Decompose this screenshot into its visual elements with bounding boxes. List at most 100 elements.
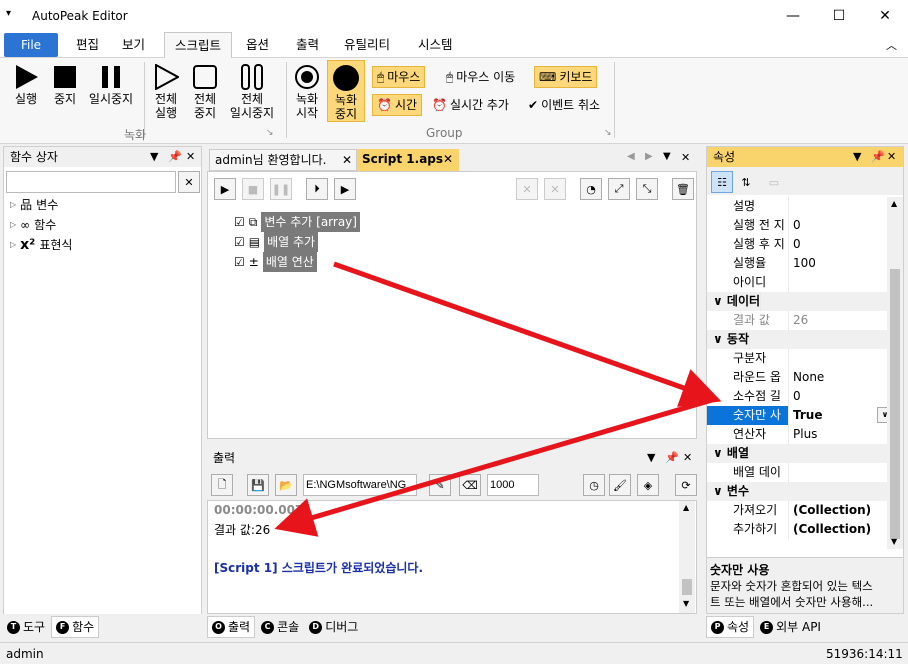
step-button[interactable]: ⏵ [306,178,328,200]
time-toggle[interactable]: ⏰ 시간 [372,94,423,116]
event-cancel-toggle[interactable]: ✔ 이벤트 취소 [524,94,604,116]
output-path-input[interactable] [303,474,417,496]
pin-icon[interactable]: 📌 [168,150,182,163]
clear-all-button[interactable]: ✕ [544,178,566,200]
menu-output[interactable]: 출력 [290,32,325,58]
sort-az-button[interactable]: ⇅ [735,171,757,193]
scroll-down-icon[interactable]: ▼ [683,599,689,608]
prop-value-dropdown[interactable]: True ∨ [789,406,893,425]
categorized-button[interactable]: ☷ [711,171,733,193]
close-icon[interactable]: ✕ [887,150,896,163]
close-icon[interactable]: ✕ [443,149,453,169]
function-search-input[interactable] [6,171,176,193]
pin-icon[interactable]: 📌 [871,150,885,163]
maximize-button[interactable]: ☐ [816,0,862,32]
menu-view[interactable]: 보기 [116,32,151,58]
brush-button[interactable]: 🖌 [609,474,631,496]
pause-button[interactable]: 일시중지 [86,62,136,106]
collapse-chevron-icon[interactable]: ∨ [713,332,727,346]
scrollbar[interactable]: ▲ ▼ [679,501,695,613]
menu-script[interactable]: 스크립트 [164,32,232,59]
scrollbar[interactable]: ▲ ▼ [887,197,903,549]
checkbox-checked-icon[interactable]: ☑ [234,212,245,232]
category-array[interactable]: ∨ 배열 [707,444,887,463]
pause-button-small[interactable]: ❚❚ [270,178,292,200]
collapse-chevron-icon[interactable]: ∨ [713,446,727,460]
prop-row[interactable]: 추가하기 (Collection) [707,520,887,539]
prop-row[interactable]: 가져오기 (Collection) [707,501,887,520]
tab-console[interactable]: C 콘솔 [257,616,303,638]
clear-search-button[interactable]: ✕ [178,171,200,193]
tab-tools[interactable]: T 도구 [3,616,49,638]
eraser-button[interactable]: ⌫ [459,474,481,496]
refresh-button[interactable]: ⟳ [675,474,697,496]
prop-row[interactable]: 연산자 Plus [707,425,887,444]
system-menu-icon[interactable]: ▾ [6,8,11,19]
play-button[interactable]: ▶ [214,178,236,200]
expand-icon[interactable]: ▷ [10,235,16,255]
close-icon[interactable]: ✕ [683,451,692,464]
record-start-button[interactable]: 녹화 시작 [290,62,324,120]
pause-all-button[interactable]: 전체 일시중지 [226,62,278,120]
menu-system[interactable]: 시스템 [412,32,459,58]
scroll-up-icon[interactable]: ▲ [891,199,897,208]
prop-row[interactable]: 결과 값 26 [707,311,887,330]
clear-button[interactable]: ✕ [516,178,538,200]
prop-row[interactable]: 라운드 옵 None [707,368,887,387]
new-file-button[interactable]: 🗋 [211,474,233,496]
tree-item-variable[interactable]: ▷ 品 변수 [10,195,190,215]
tab-external-api[interactable]: E 외부 API [756,616,825,638]
prop-row[interactable]: 실행 후 지 0 [707,235,887,254]
tab-script[interactable]: Script 1.aps ✕ [357,149,459,171]
dropdown-icon[interactable]: ▼ [853,150,861,163]
prop-row[interactable]: 실행 전 지 0 [707,216,887,235]
magic-wand-button[interactable]: ✎ [429,474,451,496]
tab-functions[interactable]: F 함수 [51,616,100,638]
expand-icon[interactable]: ▷ [10,195,16,215]
mouse-move-toggle[interactable]: 🖱 마우스 이동 [442,66,519,88]
realtime-add-toggle[interactable]: ⏰ 실시간 추가 [428,94,513,116]
prop-row[interactable]: 아이디 [707,273,887,292]
stop-button-small[interactable]: ■ [242,178,264,200]
scrollbar-thumb[interactable] [682,579,692,595]
checkbox-checked-icon[interactable]: ☑ [234,232,245,252]
prop-row[interactable]: 설명 [707,197,887,216]
tree-item-function[interactable]: ▷ ∞ 함수 [10,215,190,235]
run-button[interactable]: 실행 [8,62,44,106]
file-menu[interactable]: File [4,33,58,57]
play-frame-button[interactable]: ▶ [334,178,356,200]
minimize-button[interactable]: — [770,0,816,32]
expand-button[interactable]: ⤢ [608,178,630,200]
tree-item-expression[interactable]: ▷ x² 표현식 [10,235,190,255]
collapse-button[interactable]: ⤡ [636,178,658,200]
prop-row-selected[interactable]: 숫자만 사 True ∨ [707,406,893,425]
scroll-up-icon[interactable]: ▲ [683,503,689,512]
scroll-right-icon[interactable]: ▶ [645,151,653,162]
node-array-operation[interactable]: ☑ ± 배열 연산 [234,252,360,272]
open-folder-button[interactable]: 📂 [275,474,297,496]
scrollbar-thumb[interactable] [890,269,900,539]
save-button[interactable]: 💾 [247,474,269,496]
close-button[interactable]: ✕ [862,0,908,32]
category-data[interactable]: ∨ 데이터 [707,292,887,311]
record-stop-button[interactable]: 녹화 중지 [327,60,365,122]
clock-button[interactable]: ◷ [583,474,605,496]
prop-row[interactable]: 소수점 길 0 [707,387,887,406]
property-pages-button[interactable]: ▭ [763,171,785,193]
scroll-down-icon[interactable]: ▼ [891,537,897,546]
tab-properties[interactable]: P 속성 [706,616,755,638]
node-add-variable[interactable]: ☑ ⧉ 변수 추가 [array] [234,212,360,232]
stop-button[interactable]: 중지 [48,62,82,106]
prop-row[interactable]: 배열 데이 [707,463,887,482]
collapse-chevron-icon[interactable]: ∨ [713,484,727,498]
dropdown-icon[interactable]: ▼ [647,451,655,464]
dropdown-icon[interactable]: ▼ [663,151,671,162]
run-all-button[interactable]: 전체 실행 [148,62,184,120]
menu-options[interactable]: 옵션 [240,32,275,58]
tab-output[interactable]: O 출력 [207,616,256,638]
keyboard-toggle[interactable]: ⌨ 키보드 [534,66,598,88]
menu-edit[interactable]: 편집 [70,32,105,58]
tab-debug[interactable]: D 디버그 [305,616,362,638]
scroll-left-icon[interactable]: ◀ [627,151,635,162]
close-icon[interactable]: ✕ [342,150,352,170]
